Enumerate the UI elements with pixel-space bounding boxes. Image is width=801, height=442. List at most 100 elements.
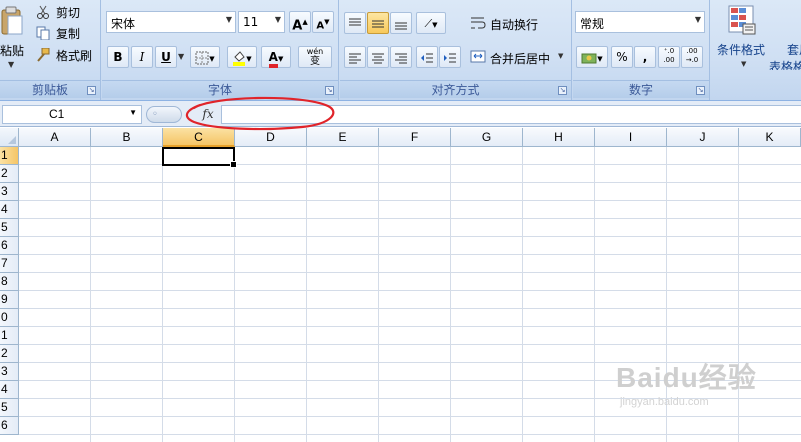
row-header[interactable]: 1 — [0, 147, 19, 165]
accounting-format-button[interactable]: ▼ — [576, 46, 608, 68]
format-painter-button[interactable]: 格式刷 — [36, 46, 98, 64]
font-size-select[interactable]: 11 ▼ — [238, 11, 285, 33]
increase-decimal-icon: ⁺.0 .00 — [663, 47, 675, 64]
clipboard-group-label: 剪贴板 — [0, 80, 100, 98]
currency-icon — [581, 53, 597, 63]
watermark-sub: jingyan.baidu.com — [620, 396, 709, 408]
underline-button[interactable]: U — [155, 46, 177, 68]
format-as-table-label-bottom: 表格格式 — [769, 60, 801, 70]
row-header[interactable]: 3 — [0, 183, 19, 201]
row-header[interactable]: 2 — [0, 165, 19, 183]
align-top-icon — [349, 18, 361, 25]
paste-dropdown-icon: ▼ — [8, 60, 15, 69]
underline-dropdown-icon[interactable]: ▼ — [178, 52, 184, 61]
alignment-group-label: 对齐方式 — [340, 80, 571, 98]
font-size-value: 11 — [243, 15, 259, 29]
increase-indent-icon — [444, 53, 456, 62]
row-header[interactable]: 8 — [0, 273, 19, 291]
decrease-decimal-button[interactable]: .00 →.0 — [681, 46, 703, 68]
increase-decimal-button[interactable]: ⁺.0 .00 — [658, 46, 680, 68]
brush-icon — [37, 48, 50, 62]
column-header-g[interactable]: G — [451, 128, 523, 147]
row-header[interactable]: 6 — [0, 237, 19, 255]
align-right-icon — [395, 53, 407, 63]
chevron-down-icon[interactable]: ▼ — [129, 108, 137, 117]
name-box-splitter[interactable]: ◦ — [146, 106, 182, 123]
align-center-button[interactable] — [367, 46, 389, 68]
select-all-button[interactable] — [0, 128, 19, 147]
increase-font-size-button[interactable]: A▲ — [289, 11, 311, 33]
chevron-down-icon: ▼ — [741, 60, 747, 68]
bold-button[interactable]: B — [107, 46, 129, 68]
cut-label: 剪切 — [56, 6, 81, 20]
orientation-button[interactable]: ⟋▼ — [416, 12, 446, 34]
align-right-button[interactable] — [390, 46, 412, 68]
row-header[interactable]: 6 — [0, 417, 19, 435]
column-header-k[interactable]: K — [739, 128, 801, 147]
paste-button[interactable]: 粘贴 ▼ — [0, 2, 30, 69]
font-color-button[interactable]: A▼ — [261, 46, 291, 68]
row-header[interactable]: 5 — [0, 219, 19, 237]
row-header[interactable]: 1 — [0, 327, 19, 345]
align-bottom-button[interactable] — [390, 12, 412, 34]
wrap-text-button[interactable]: 自动换行 — [470, 13, 566, 33]
decrease-font-size-button[interactable]: A▼ — [312, 11, 334, 33]
row-header[interactable]: 5 — [0, 399, 19, 417]
italic-button[interactable]: I — [131, 46, 153, 68]
column-header-b[interactable]: B — [91, 128, 163, 147]
decrease-indent-button[interactable] — [416, 46, 438, 68]
align-left-button[interactable] — [344, 46, 366, 68]
annotation-ellipse — [185, 96, 335, 131]
row-header[interactable]: 3 — [0, 363, 19, 381]
font-name-select[interactable]: 宋体 ▼ — [106, 11, 236, 33]
align-middle-button[interactable] — [367, 12, 389, 34]
comma-button[interactable]: , — [634, 46, 656, 68]
column-header-a[interactable]: A — [19, 128, 91, 147]
number-format-select[interactable]: 常规 ▼ — [575, 11, 705, 33]
name-box[interactable]: C1 ▼ — [2, 105, 142, 124]
row-header[interactable]: 9 — [0, 291, 19, 309]
column-header-h[interactable]: H — [523, 128, 595, 147]
font-color-icon: A — [268, 51, 278, 68]
paint-bucket-icon — [233, 50, 246, 66]
chevron-down-icon: ▼ — [225, 15, 232, 24]
font-name-value: 宋体 — [111, 17, 136, 31]
alignment-launcher-icon[interactable]: ↘ — [558, 86, 567, 95]
increase-font-icon: A — [292, 18, 303, 34]
decrease-font-icon: A — [316, 20, 325, 32]
row-header[interactable]: 4 — [0, 381, 19, 399]
styles-group: 条件格式 ▼ 套用 表格格式 — [711, 0, 801, 100]
number-launcher-icon[interactable]: ↘ — [696, 86, 705, 95]
phonetic-guide-button[interactable]: wén 变 — [298, 46, 332, 68]
align-left-icon — [349, 53, 361, 63]
row-header[interactable]: 2 — [0, 345, 19, 363]
borders-icon — [195, 51, 209, 64]
align-top-button[interactable] — [344, 12, 366, 34]
column-header-f[interactable]: F — [379, 128, 451, 147]
format-as-table-button[interactable]: 套用 表格格式 — [769, 2, 801, 70]
number-group-label: 数字 — [573, 80, 709, 98]
row-header[interactable]: 4 — [0, 201, 19, 219]
copy-button[interactable]: 复制 — [36, 24, 98, 42]
active-cell-c1[interactable] — [162, 147, 237, 168]
decrease-decimal-icon: .00 →.0 — [685, 47, 699, 64]
format-as-table-label-top: 套用 — [787, 43, 801, 57]
watermark-main: Baidu经验 — [616, 362, 757, 393]
conditional-format-button[interactable]: 条件格式 ▼ — [715, 2, 771, 70]
increase-indent-button[interactable] — [439, 46, 461, 68]
phonetic-label: wén — [306, 47, 324, 56]
borders-button[interactable]: ▼ — [190, 46, 220, 68]
fill-color-button[interactable]: ▼ — [227, 46, 257, 68]
align-center-icon — [372, 53, 384, 63]
row-header[interactable]: 0 — [0, 309, 19, 327]
column-header-i[interactable]: I — [595, 128, 667, 147]
cut-button[interactable]: 剪切 — [36, 3, 98, 21]
row-header[interactable]: 7 — [0, 255, 19, 273]
percent-button[interactable]: % — [611, 46, 633, 68]
orientation-icon: ⟋ — [424, 17, 433, 30]
column-header-j[interactable]: J — [667, 128, 739, 147]
merge-center-label: 合并后居中 — [490, 52, 551, 66]
wrap-text-label: 自动换行 — [490, 18, 539, 32]
merge-center-button[interactable]: 合并后居中 ▼ — [470, 47, 568, 67]
clipboard-launcher-icon[interactable]: ↘ — [87, 86, 96, 95]
